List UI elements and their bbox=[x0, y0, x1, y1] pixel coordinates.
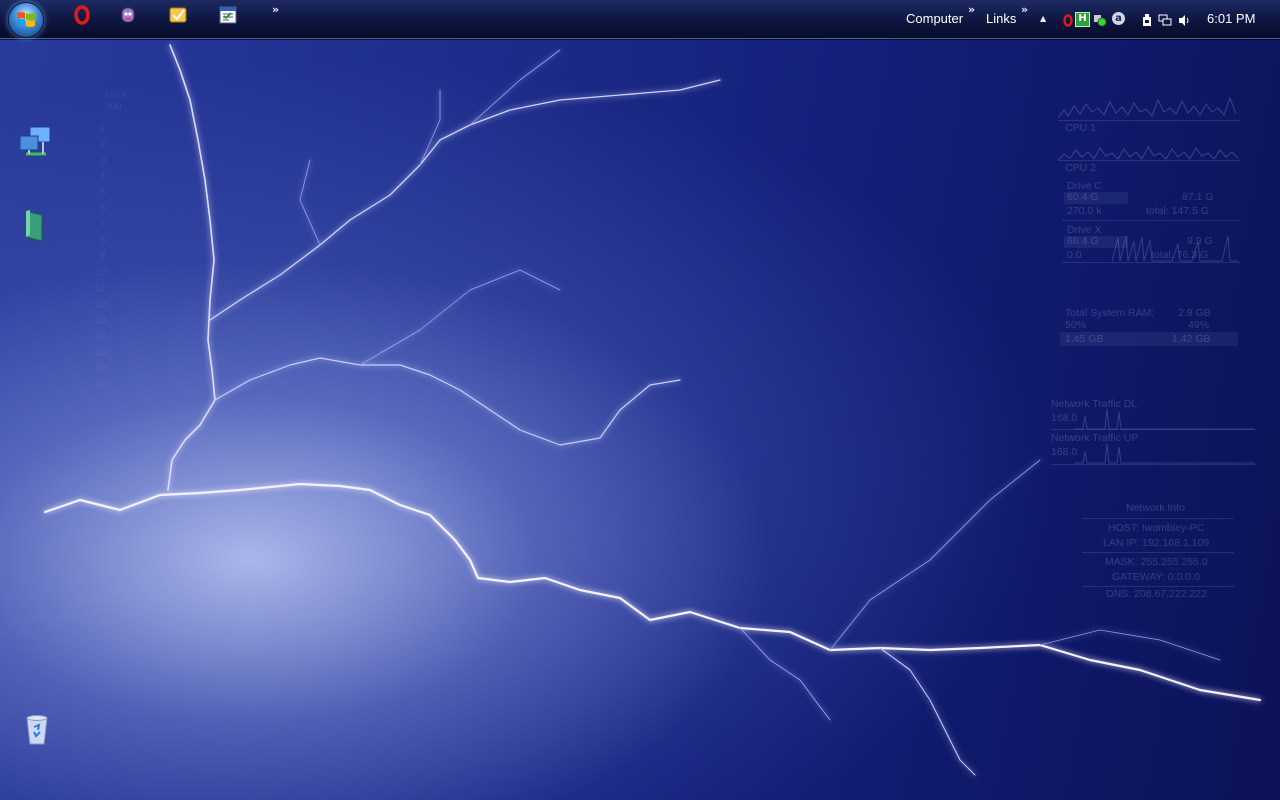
mail-icon[interactable] bbox=[167, 4, 189, 26]
calendar-number: 6 bbox=[100, 203, 106, 214]
calendar-number: 5 bbox=[100, 187, 106, 198]
network-ul-value: 168.0 bbox=[1051, 446, 1078, 458]
drive-x-used: 66.4 G bbox=[1067, 235, 1099, 247]
calendar-number: 9 bbox=[100, 251, 106, 262]
links-toolbar[interactable]: Links bbox=[986, 11, 1016, 26]
network-host: HOST: twombley-PC bbox=[1108, 522, 1205, 534]
network-desktop-icon[interactable] bbox=[18, 124, 54, 160]
network-mask: MASK: 255.255.255.0 bbox=[1105, 556, 1208, 568]
divider bbox=[1082, 552, 1234, 553]
start-button[interactable] bbox=[8, 2, 44, 38]
calendar-number: 3 bbox=[100, 155, 106, 166]
ram-label: Total System RAM: bbox=[1065, 307, 1155, 319]
windows-logo-icon bbox=[17, 12, 35, 27]
opera-icon[interactable] bbox=[71, 4, 93, 26]
network-info-title: Network Info bbox=[1126, 502, 1185, 514]
calendar-number: 10 bbox=[95, 267, 107, 278]
divider bbox=[1062, 220, 1240, 221]
middle-branch bbox=[214, 357, 681, 446]
computer-toolbar[interactable]: Computer bbox=[906, 11, 963, 26]
safely-remove-icon[interactable] bbox=[1141, 12, 1153, 26]
network-dl-graph bbox=[1075, 408, 1255, 430]
opera-tray-icon[interactable] bbox=[1062, 12, 1074, 27]
calendar-number: 12 bbox=[95, 299, 107, 310]
ram-free: 1.42 GB bbox=[1172, 333, 1211, 345]
cpu1-graph bbox=[1058, 96, 1237, 119]
ram-total: 2.9 GB bbox=[1178, 307, 1211, 319]
calendar-number: 17 bbox=[95, 379, 107, 390]
network-gateway: GATEWAY: 0.0.0.0 bbox=[1112, 571, 1200, 583]
upper-branch bbox=[209, 79, 721, 321]
folder-desktop-icon[interactable] bbox=[20, 208, 56, 244]
calendar-gadget[interactable]: Mo a nuo 1 2 3 4 5 6 7 8 9 10 11 12 13 14 15 16 17 bbox=[95, 85, 150, 390]
calendar-number: 14 bbox=[95, 331, 107, 342]
main-bolt bbox=[43, 482, 1262, 702]
divider bbox=[1082, 586, 1234, 587]
divider bbox=[1058, 120, 1240, 121]
recycle-bin-icon[interactable] bbox=[22, 712, 58, 748]
ram-used-percent: 50% bbox=[1065, 319, 1087, 331]
divider bbox=[1051, 464, 1255, 465]
calendar-number: 2 bbox=[100, 139, 106, 150]
network-dns: DNS: 208.67.222.222 bbox=[1106, 588, 1207, 600]
network-ul-graph bbox=[1075, 443, 1255, 464]
lower-branch bbox=[879, 647, 976, 776]
drive-c-used: 60.4 G bbox=[1067, 191, 1099, 203]
calendar-header: Mo a bbox=[105, 90, 128, 101]
cpu1-label: CPU 1 bbox=[1065, 122, 1096, 134]
show-hidden-icons-button[interactable]: ▲ bbox=[1040, 14, 1046, 23]
links-toolbar-overflow-button[interactable]: » bbox=[1021, 3, 1028, 16]
taskbar: » Computer » Links » ▲ H a 6:01 PM bbox=[0, 0, 1280, 39]
divider bbox=[1058, 160, 1240, 161]
quick-launch-overflow-button[interactable]: » bbox=[272, 3, 279, 16]
cpu2-graph bbox=[1058, 146, 1239, 161]
calendar-number: 4 bbox=[100, 171, 106, 182]
calendar-icon[interactable] bbox=[217, 4, 239, 26]
calendar-number: 15 bbox=[95, 347, 107, 358]
calendar-number: 7 bbox=[100, 219, 106, 230]
cpu2-label: CPU 2 bbox=[1065, 162, 1096, 174]
ram-free-percent: 49% bbox=[1188, 319, 1210, 331]
pidgin-icon[interactable] bbox=[117, 4, 139, 26]
a-tray-icon[interactable]: a bbox=[1112, 12, 1125, 25]
h-tray-icon[interactable]: H bbox=[1075, 12, 1090, 27]
calendar-number: 13 bbox=[95, 315, 107, 326]
calendar-number: 16 bbox=[95, 363, 107, 374]
drive-c-io: 270.0 k bbox=[1067, 205, 1102, 217]
drive-x-io: 0.0 bbox=[1067, 249, 1082, 261]
network-lan-ip: LAN IP: 192.168.1.109 bbox=[1103, 537, 1210, 549]
calendar-header: nuo bbox=[105, 101, 122, 112]
computer-toolbar-overflow-button[interactable]: » bbox=[968, 3, 975, 16]
network-icon[interactable] bbox=[1158, 12, 1172, 26]
status-dot-icon[interactable] bbox=[1093, 12, 1107, 27]
drive-x-activity-graph bbox=[1112, 235, 1238, 262]
calendar-number: 1 bbox=[100, 123, 106, 134]
divider bbox=[1051, 429, 1255, 430]
volume-icon[interactable] bbox=[1178, 12, 1190, 26]
drive-c-free: 87.1 G bbox=[1182, 191, 1214, 203]
divider bbox=[1062, 262, 1240, 263]
network-dl-value: 168.0 bbox=[1051, 412, 1078, 424]
ram-used: 1.45 GB bbox=[1065, 333, 1104, 345]
divider bbox=[1082, 518, 1234, 519]
calendar-number: 11 bbox=[95, 283, 106, 294]
vertical-bolt bbox=[167, 44, 216, 491]
clock[interactable]: 6:01 PM bbox=[1207, 11, 1255, 26]
calendar-number: 8 bbox=[100, 235, 106, 246]
drive-c-total: total: 147.5 G bbox=[1146, 205, 1210, 217]
